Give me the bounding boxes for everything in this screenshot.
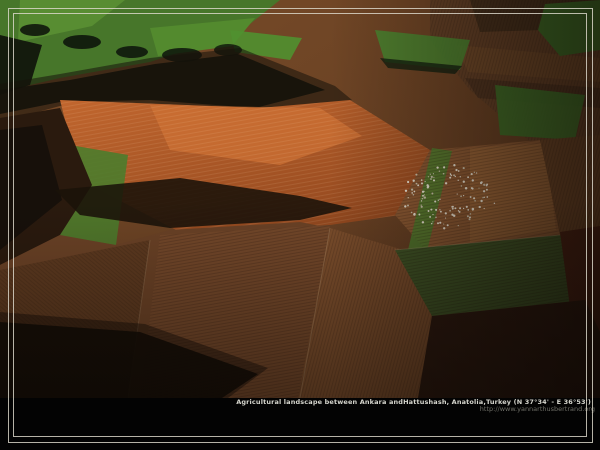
vignette: [0, 0, 600, 398]
caption-url: http://www.yannarthusbertrand.org: [236, 406, 595, 413]
wallpaper-image: Agricultural landscape between Ankara an…: [0, 0, 600, 450]
aerial-photo: [0, 0, 600, 398]
caption: Agricultural landscape between Ankara an…: [236, 399, 591, 413]
